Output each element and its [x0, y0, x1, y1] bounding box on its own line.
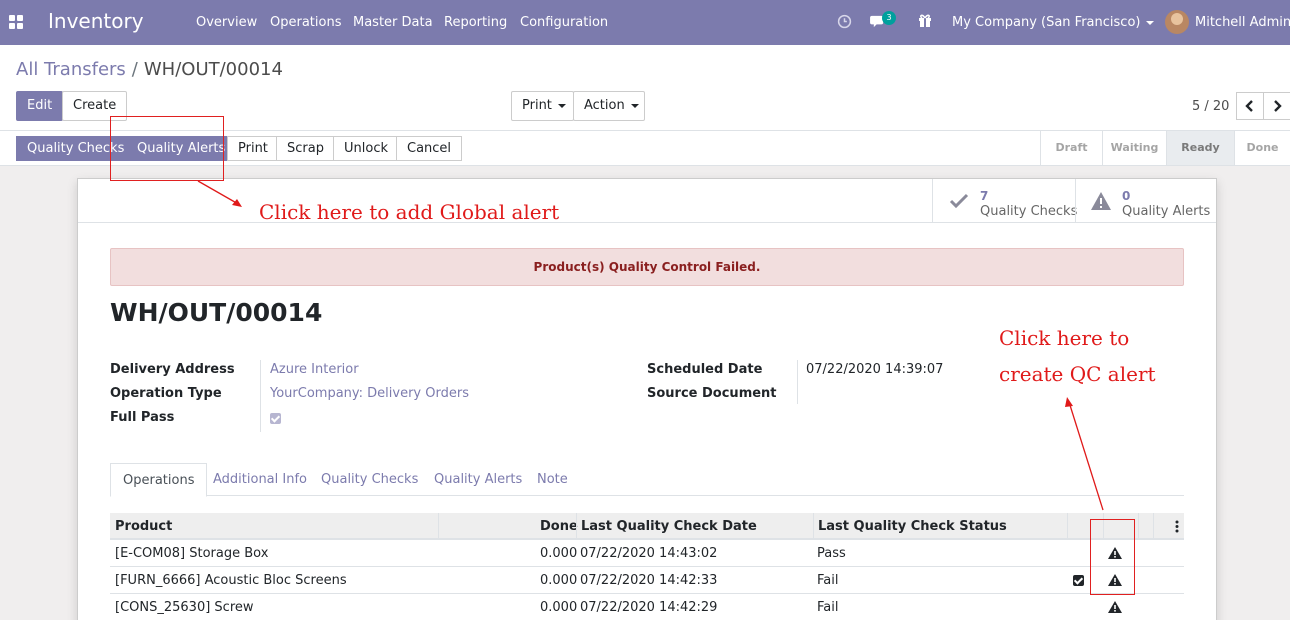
- breadcrumb-separator: /: [131, 59, 138, 80]
- clock-icon[interactable]: [837, 14, 852, 29]
- row-done: 0.000: [540, 600, 578, 615]
- top-navbar: Inventory Overview Operations Master Dat…: [0, 0, 1290, 45]
- column-last-check-date[interactable]: Last Quality Check Date: [581, 513, 757, 540]
- global-alert-note: Click here to add Global alert: [259, 200, 560, 224]
- column-divider: [576, 513, 577, 540]
- tab-operations[interactable]: Operations: [110, 463, 208, 497]
- tab-additional-info[interactable]: Additional Info: [213, 463, 307, 496]
- annotation-arrow: [197, 180, 242, 207]
- operation-type-label: Operation Type: [110, 386, 222, 401]
- chevron-right-icon: [1274, 100, 1282, 112]
- row-done: 0.000: [540, 546, 578, 561]
- quality-checks-count: 7: [980, 189, 989, 203]
- table-row[interactable]: [CONS_25630] Screw 0.000 07/22/2020 14:4…: [110, 594, 1184, 620]
- annotation-arrow: [1065, 397, 1104, 511]
- messages-badge: 3: [882, 11, 896, 25]
- row-date: 07/22/2020 14:42:33: [580, 573, 718, 588]
- row-status: Fail: [817, 600, 839, 615]
- row-date: 07/22/2020 14:43:02: [580, 546, 718, 561]
- stage-done[interactable]: Done: [1234, 131, 1290, 165]
- qc-alert-highlight: [1090, 519, 1135, 595]
- avatar[interactable]: [1165, 10, 1189, 34]
- breadcrumb-all-transfers[interactable]: All Transfers: [16, 59, 126, 80]
- column-divider: [1067, 513, 1068, 540]
- stage-draft[interactable]: Draft: [1040, 131, 1102, 165]
- column-last-check-status[interactable]: Last Quality Check Status: [818, 513, 1007, 540]
- column-product[interactable]: Product: [115, 513, 172, 540]
- notebook-tabs: Operations Additional Info Quality Check…: [110, 463, 1184, 497]
- quality-alerts-label: Quality Alerts: [1122, 204, 1211, 219]
- warning-icon: [1091, 192, 1111, 210]
- cancel-button[interactable]: Cancel: [396, 136, 463, 161]
- row-status: Fail: [817, 573, 839, 588]
- column-divider: [813, 513, 814, 540]
- delivery-address-label: Delivery Address: [110, 362, 235, 377]
- global-alert-highlight: [110, 116, 224, 181]
- breadcrumb: All Transfers / WH/OUT/00014: [16, 59, 283, 80]
- quality-alerts-smart-button[interactable]: 0 Quality Alerts: [1075, 179, 1216, 222]
- column-done[interactable]: Done: [540, 513, 578, 540]
- smart-buttons: 7 Quality Checks 0 Quality Alerts: [78, 179, 1216, 223]
- app-name[interactable]: Inventory: [48, 9, 144, 33]
- source-document-label: Source Document: [647, 386, 777, 401]
- menu-master-data[interactable]: Master Data: [353, 15, 433, 30]
- row-product: [E-COM08] Storage Box: [115, 546, 269, 561]
- company-switcher[interactable]: My Company (San Francisco): [952, 15, 1155, 30]
- form-sheet: 7 Quality Checks 0 Quality Alerts Produc…: [77, 178, 1217, 620]
- full-pass-label: Full Pass: [110, 410, 175, 425]
- qc-alert-note-line1: Click here to: [999, 326, 1130, 350]
- apps-icon[interactable]: [9, 15, 23, 29]
- tab-quality-alerts[interactable]: Quality Alerts: [434, 463, 522, 496]
- breadcrumb-current: WH/OUT/00014: [143, 59, 283, 80]
- quality-checks-smart-button[interactable]: 7 Quality Checks: [932, 179, 1078, 222]
- stage-ready[interactable]: Ready: [1166, 131, 1234, 165]
- scheduled-date-label: Scheduled Date: [647, 362, 763, 377]
- optional-columns-icon[interactable]: [1175, 520, 1179, 533]
- page-title: WH/OUT/00014: [110, 298, 323, 327]
- menu-operations[interactable]: Operations: [270, 15, 341, 30]
- qc-alert-note-line2: create QC alert: [999, 362, 1156, 386]
- column-divider: [1138, 513, 1139, 540]
- field-divider: [797, 360, 798, 404]
- table-row[interactable]: [FURN_6666] Acoustic Bloc Screens 0.000 …: [110, 567, 1184, 594]
- check-icon: [949, 193, 969, 209]
- full-pass-checkbox[interactable]: [270, 413, 281, 424]
- pager-value[interactable]: 5 / 20: [1192, 99, 1229, 114]
- chevron-left-icon: [1245, 100, 1253, 112]
- scrap-button[interactable]: Scrap: [276, 136, 335, 161]
- unlock-button[interactable]: Unlock: [333, 136, 399, 161]
- action-dropdown[interactable]: Action: [573, 91, 645, 121]
- row-done: 0.000: [540, 573, 578, 588]
- pager-previous-button[interactable]: [1236, 92, 1264, 120]
- qc-alert-icon[interactable]: [1108, 601, 1122, 613]
- row-date: 07/22/2020 14:42:29: [580, 600, 718, 615]
- tab-quality-checks[interactable]: Quality Checks: [321, 463, 418, 496]
- pager-next-button[interactable]: [1263, 92, 1290, 120]
- table-row[interactable]: [E-COM08] Storage Box 0.000 07/22/2020 1…: [110, 540, 1184, 567]
- tab-note[interactable]: Note: [537, 463, 568, 496]
- menu-reporting[interactable]: Reporting: [444, 15, 507, 30]
- row-status: Pass: [817, 546, 846, 561]
- quality-failed-alert: Product(s) Quality Control Failed.: [110, 248, 1184, 286]
- row-product: [FURN_6666] Acoustic Bloc Screens: [115, 573, 347, 588]
- stage-waiting[interactable]: Waiting: [1102, 131, 1166, 165]
- operation-type-value[interactable]: YourCompany: Delivery Orders: [270, 386, 469, 401]
- edit-button[interactable]: Edit: [16, 91, 64, 121]
- user-menu[interactable]: Mitchell Admin: [1195, 15, 1290, 30]
- quality-alerts-count: 0: [1122, 189, 1131, 203]
- row-product: [CONS_25630] Screw: [115, 600, 254, 615]
- menu-overview[interactable]: Overview: [196, 15, 257, 30]
- table-header: Product Done Last Quality Check Date Las…: [110, 513, 1184, 540]
- delivery-address-value[interactable]: Azure Interior: [270, 362, 359, 377]
- scheduled-date-value[interactable]: 07/22/2020 14:39:07: [806, 362, 943, 377]
- gift-icon[interactable]: [918, 13, 932, 28]
- menu-configuration[interactable]: Configuration: [520, 15, 608, 30]
- print-button[interactable]: Print: [227, 136, 279, 161]
- column-divider: [438, 513, 439, 540]
- print-dropdown[interactable]: Print: [511, 91, 574, 121]
- quality-checks-label: Quality Checks: [980, 204, 1078, 219]
- field-divider: [260, 360, 261, 432]
- row-checkbox[interactable]: [1073, 575, 1084, 586]
- column-divider: [1153, 513, 1154, 540]
